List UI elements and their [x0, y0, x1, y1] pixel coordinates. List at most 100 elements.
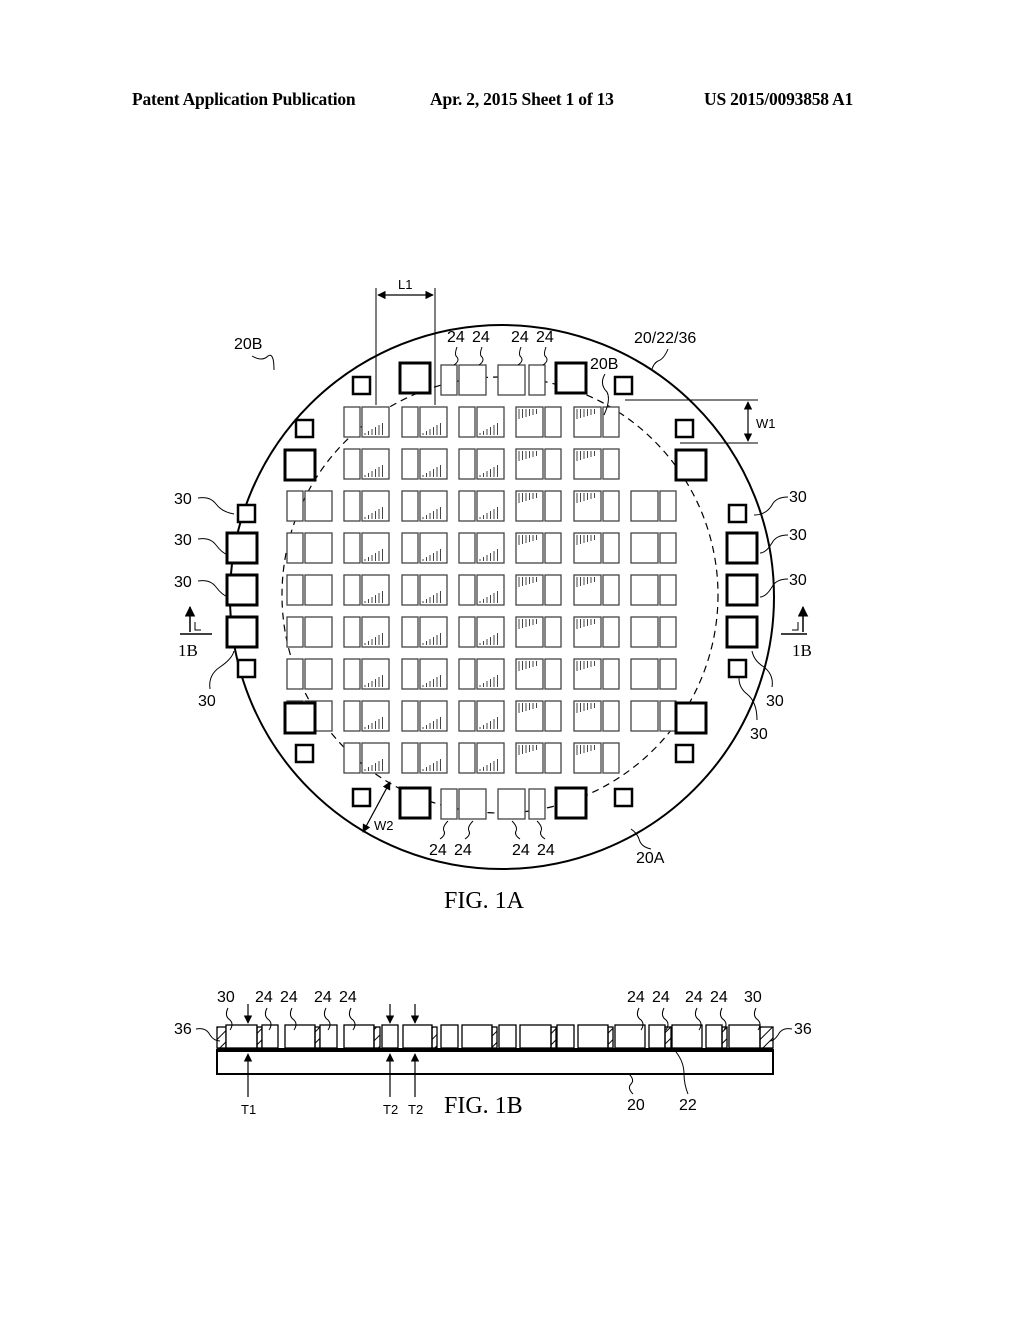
die-wide: [304, 658, 333, 690]
die-narrow: [458, 448, 476, 480]
label-24-bottom-2: 24: [454, 842, 472, 859]
die-narrow: [401, 616, 419, 648]
die-narrow: [343, 448, 361, 480]
die-narrow: [544, 616, 562, 648]
die-narrow: [401, 574, 419, 606]
die-narrow: [544, 448, 562, 480]
die-narrow: [401, 742, 419, 774]
label-24-bottom-4: 24: [537, 842, 555, 859]
molding-36: [491, 1026, 498, 1049]
label-30-left-2: 30: [174, 532, 192, 549]
test-pad-large: [725, 531, 759, 565]
die-narrow: [659, 490, 677, 522]
die-narrow: [343, 700, 361, 732]
figure-1a: L1 W1 W2 20B 20B 20/22/36 20A 24 24 24 2…: [174, 277, 812, 914]
die-edge-top: [497, 364, 526, 396]
label-24-xsec-2: 24: [280, 989, 298, 1006]
die-narrow: [659, 658, 677, 690]
die-narrow: [544, 490, 562, 522]
test-pad-small: [613, 375, 634, 396]
die-24-section: [648, 1024, 666, 1049]
caption-fig-1a: FIG. 1A: [444, 888, 525, 914]
label-30-right-3: 30: [789, 572, 807, 589]
die-narrow: [544, 406, 562, 438]
label-24-xsec-3: 24: [314, 989, 332, 1006]
die-narrow: [458, 406, 476, 438]
label-30-left-1: 30: [174, 491, 192, 508]
die-narrow: [343, 742, 361, 774]
label-20-22-36: 20/22/36: [634, 330, 696, 347]
die-narrow: [602, 448, 620, 480]
label-20b-inner: 20B: [590, 356, 618, 373]
label-20b-edge: 20B: [234, 336, 262, 353]
test-pad-large: [554, 361, 588, 395]
section-marker-left: 1B: [178, 605, 212, 660]
test-pad-small: [351, 787, 372, 808]
die-narrow: [602, 532, 620, 564]
test-pad-small: [727, 658, 748, 679]
test-pad-small: [351, 375, 372, 396]
test-pad-large: [398, 361, 432, 395]
w1-dimension: W1: [625, 399, 776, 444]
die-24-section: [381, 1024, 399, 1049]
die-narrow: [602, 574, 620, 606]
label-24-bottom-3: 24: [512, 842, 530, 859]
test-pad-small: [727, 503, 748, 524]
molding-36: [759, 1026, 774, 1049]
test-pad-small: [294, 418, 315, 439]
die-edge-bottom: [458, 788, 487, 820]
test-pad-large: [554, 786, 588, 820]
die-narrow: [659, 616, 677, 648]
die-narrow: [544, 700, 562, 732]
label-1b-right: 1B: [792, 641, 812, 660]
molding-36: [607, 1026, 614, 1049]
die-narrow: [602, 700, 620, 732]
label-36-right: 36: [794, 1021, 812, 1038]
die-narrow: [286, 532, 304, 564]
label-w2: W2: [374, 818, 394, 833]
label-t1: T1: [241, 1102, 256, 1117]
die-wide: [304, 616, 333, 648]
label-w1: W1: [756, 416, 776, 431]
label-24-top-4: 24: [536, 329, 554, 346]
die-narrow: [602, 490, 620, 522]
label-22-interface: 22: [679, 1097, 697, 1114]
die-narrow: [343, 574, 361, 606]
die-narrow: [602, 616, 620, 648]
die-24-section: [284, 1024, 316, 1049]
die-narrow: [544, 742, 562, 774]
die-wide: [630, 658, 659, 690]
test-pad-large: [674, 448, 708, 482]
die-narrow: [602, 742, 620, 774]
die-narrow: [343, 616, 361, 648]
die-narrow: [458, 616, 476, 648]
die-24-section: [498, 1024, 517, 1049]
label-20a: 20A: [636, 850, 665, 867]
die-edge-bottom: [440, 788, 458, 820]
figure-1b: 30 24 24 24 24 24 24 24 24 30 36 36 T1 T…: [174, 989, 812, 1119]
die-24-section: [343, 1024, 375, 1049]
substrate-20: [216, 1049, 774, 1075]
label-20-substrate: 20: [627, 1097, 645, 1114]
die-narrow: [286, 574, 304, 606]
die-24-section: [705, 1024, 723, 1049]
die-narrow: [544, 532, 562, 564]
die-wide: [304, 532, 333, 564]
patent-figure-sheet: L1 W1 W2 20B 20B 20/22/36 20A 24 24 24 2…: [174, 277, 812, 1119]
die-24-section: [671, 1024, 703, 1049]
die-edge-bottom: [497, 788, 526, 820]
label-24-xsec-6: 24: [652, 989, 670, 1006]
cross-section-dies: [216, 1024, 774, 1049]
test-pad-large: [225, 615, 259, 649]
die-narrow: [544, 658, 562, 690]
label-24-xsec-7: 24: [685, 989, 703, 1006]
die-wide: [630, 700, 659, 732]
test-pad-large: [225, 531, 259, 565]
label-24-xsec-8: 24: [710, 989, 728, 1006]
die-24-section: [519, 1024, 552, 1049]
die-wide: [630, 532, 659, 564]
die-narrow: [343, 532, 361, 564]
label-24-top-3: 24: [511, 329, 529, 346]
die-24-section: [614, 1024, 646, 1049]
die-narrow: [401, 406, 419, 438]
